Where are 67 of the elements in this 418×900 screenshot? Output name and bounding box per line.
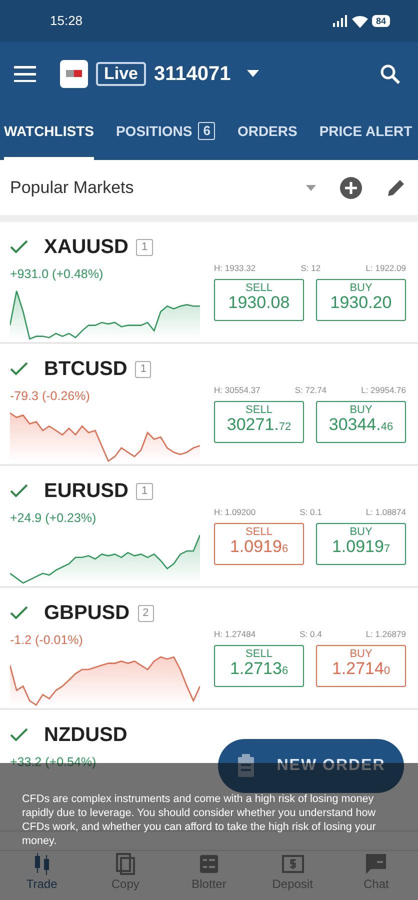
low-price: L: 1.26879	[366, 628, 406, 641]
high-price: H: 1.27484	[214, 628, 256, 641]
check-icon	[10, 240, 28, 254]
account-mode-label: Live	[96, 62, 146, 86]
buy-price-button[interactable]: BUY 1930.20	[316, 278, 406, 321]
tab[interactable]: ORDERS	[237, 105, 298, 160]
menu-button[interactable]	[14, 66, 36, 82]
sell-price-button[interactable]: SELL 30271.72	[214, 400, 304, 443]
spread-value: S: 12	[300, 262, 321, 275]
clipboard-icon	[236, 754, 255, 778]
market-symbol: EURUSD	[44, 479, 128, 504]
search-icon	[380, 64, 400, 84]
check-icon	[10, 362, 28, 376]
spread-value: S: 0.4	[300, 628, 322, 641]
count-badge: 1	[136, 238, 153, 256]
market-symbol: XAUUSD	[44, 235, 128, 260]
count-badge: 1	[135, 360, 152, 378]
disclaimer-text: CFDs are complex instruments and come with a high risk of losing money rapidly due to leverage. You should consider whether you understand how CFDs work, and whether you can afford to take the high risk of losing your money.	[22, 792, 377, 848]
sell-price-button[interactable]: SELL 1.27136	[214, 644, 304, 687]
caret-icon	[306, 184, 316, 190]
price-change: +931.0 (+0.48%)	[10, 267, 104, 281]
dollar-icon	[282, 853, 304, 875]
tab[interactable]: WATCHLISTS	[4, 105, 94, 160]
nav-tab[interactable]: Trade	[0, 851, 84, 900]
check-icon	[10, 484, 28, 498]
add-button[interactable]	[340, 176, 362, 198]
add-icon	[340, 176, 362, 198]
menu-icon	[14, 66, 36, 82]
list-icon	[198, 853, 220, 875]
low-price: L: 1.08874	[366, 506, 406, 519]
logo-icon	[60, 60, 88, 88]
account-selector[interactable]: 3114071	[154, 58, 259, 88]
count-badge: 1	[136, 482, 153, 500]
sell-price-button[interactable]: SELL 1930.08	[214, 278, 304, 321]
check-icon	[10, 728, 28, 742]
search-button[interactable]	[380, 64, 400, 84]
tab[interactable]: PRICE ALERT	[319, 105, 412, 160]
market-symbol: GBPUSD	[44, 601, 130, 626]
high-price: H: 1.09200	[214, 506, 256, 519]
pencil-icon	[386, 178, 406, 198]
chat-icon	[365, 853, 388, 875]
price-change: +24.9 (+0.23%)	[10, 511, 96, 525]
buy-price-button[interactable]: BUY 1.09197	[316, 522, 406, 565]
count-badge: 2	[138, 604, 154, 622]
status-time: 15:28	[50, 12, 83, 30]
low-price: L: 1922.09	[366, 262, 406, 275]
battery-indicator: 84	[372, 15, 390, 27]
caret-icon	[246, 70, 259, 77]
tab[interactable]: POSITIONS 6	[116, 105, 216, 160]
market-symbol: BTCUSD	[44, 357, 128, 382]
sell-price-button[interactable]: SELL 1.09196	[214, 522, 304, 565]
watchlist-selector[interactable]: Popular Markets	[10, 174, 316, 200]
copy-icon	[114, 853, 136, 875]
price-change: -1.2 (-0.01%)	[10, 633, 83, 647]
spread-value: S: 72.74	[294, 384, 327, 397]
count-badge: 6	[198, 122, 216, 140]
buy-price-button[interactable]: BUY 30344.46	[316, 400, 406, 443]
high-price: H: 30554.37	[214, 384, 260, 397]
edit-button[interactable]	[386, 178, 406, 198]
market-symbol: NZDUSD	[44, 723, 128, 748]
buy-price-button[interactable]: BUY 1.27140	[316, 644, 406, 687]
high-price: H: 1933.32	[214, 262, 256, 275]
check-icon	[10, 606, 28, 620]
low-price: L: 29954.76	[361, 384, 406, 397]
spread-value: S: 0.1	[300, 506, 322, 519]
price-change: -79.3 (-0.26%)	[10, 389, 90, 403]
signal-icon	[332, 15, 348, 27]
